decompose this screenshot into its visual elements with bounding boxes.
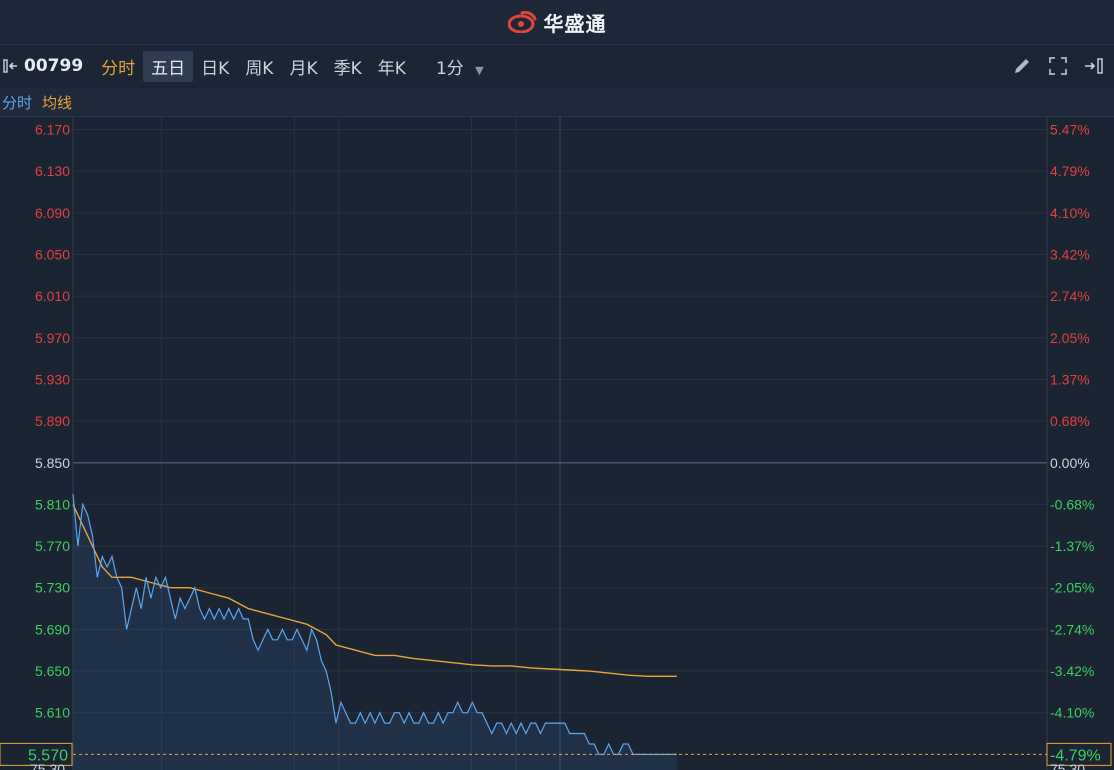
chevron-down-icon: ▼ xyxy=(475,63,484,77)
period-value: 1分 xyxy=(435,58,464,79)
right-axis: 5.47% 4.79% 4.10% 3.42% 2.74% 2.05% 1.37% 0.68%… xyxy=(1050,121,1094,720)
toolbar: 00799 分时 五日 日K 周K 月K 季K 年K 1分 ▼ xyxy=(0,45,1114,87)
tab-intraday[interactable]: 分时 xyxy=(93,51,143,82)
right-tick-label: 3.42% xyxy=(1050,246,1090,262)
indicator-intraday[interactable]: 分时 xyxy=(0,92,42,113)
right-tick-label: -1.37% xyxy=(1050,538,1094,554)
title-bar: 华盛通 xyxy=(0,0,1114,45)
right-tick-label: -4.10% xyxy=(1050,705,1094,721)
tab-five-day[interactable]: 五日 xyxy=(143,50,194,82)
left-tick-label: 6.170 xyxy=(35,121,70,137)
left-tick-label: 5.730 xyxy=(35,580,70,596)
intraday-chart[interactable]: 6.170 6.130 6.090 6.050 6.010 5.970 5.930 5.890… xyxy=(0,117,1114,770)
left-tick-label: 5.690 xyxy=(35,621,70,637)
app-window: 华盛通 00799 分时 五日 日K 周K 月K 季K 年K 1分 ▼ 分时 均… xyxy=(0,0,1114,770)
period-select[interactable]: 1分 ▼ xyxy=(428,51,492,82)
left-tick-label: 5.650 xyxy=(35,663,70,679)
stock-code: 00799 xyxy=(24,56,84,76)
pencil-icon[interactable] xyxy=(1012,56,1032,76)
left-tick-label: 6.090 xyxy=(35,205,70,221)
collapse-left-icon[interactable] xyxy=(0,58,22,74)
indicator-bar: 分时 均线 xyxy=(0,88,1114,117)
collapse-left-svg xyxy=(3,59,17,73)
right-tick-label: 0.68% xyxy=(1050,413,1090,429)
fullscreen-icon[interactable] xyxy=(1048,56,1068,76)
tab-yearly-k[interactable]: 年K xyxy=(370,51,414,82)
left-tick-label: 6.130 xyxy=(35,163,70,179)
right-tick-label: 4.10% xyxy=(1050,205,1090,221)
left-tick-label: 6.050 xyxy=(35,246,70,262)
tab-monthly-k[interactable]: 月K xyxy=(281,51,325,82)
collapse-right-icon[interactable] xyxy=(1084,56,1106,76)
left-tick-label: 6.010 xyxy=(35,288,70,304)
right-tick-label: 0.00% xyxy=(1050,455,1090,471)
tab-daily-k[interactable]: 日K xyxy=(193,51,237,82)
toolbar-right xyxy=(1012,45,1106,87)
right-tick-label: 1.37% xyxy=(1050,371,1090,387)
left-tick-label: 5.850 xyxy=(35,455,70,471)
right-tick-label: 2.74% xyxy=(1050,288,1090,304)
tab-weekly-k[interactable]: 周K xyxy=(237,51,281,82)
bottom-right-label: 75.30 xyxy=(1050,761,1085,770)
tab-quarterly-k[interactable]: 季K xyxy=(326,51,370,82)
left-axis: 6.170 6.130 6.090 6.050 6.010 5.970 5.930 5.890… xyxy=(35,121,70,720)
right-tick-label: -3.42% xyxy=(1050,663,1094,679)
left-tick-label: 5.610 xyxy=(35,705,70,721)
left-tick-label: 5.970 xyxy=(35,330,70,346)
right-tick-label: 5.47% xyxy=(1050,121,1090,137)
brand-logo-icon xyxy=(507,11,536,33)
right-tick-label: -2.05% xyxy=(1050,580,1094,596)
right-tick-label: -2.74% xyxy=(1050,621,1094,637)
left-tick-label: 5.810 xyxy=(35,496,70,512)
right-tick-label: -0.68% xyxy=(1050,496,1094,512)
bottom-left-label: 75.30 xyxy=(30,761,65,770)
brand: 华盛通 xyxy=(507,8,607,37)
right-tick-label: 2.05% xyxy=(1050,330,1090,346)
left-tick-label: 5.770 xyxy=(35,538,70,554)
brand-name: 华盛通 xyxy=(543,11,607,36)
left-tick-label: 5.930 xyxy=(35,371,70,387)
right-tick-label: 4.79% xyxy=(1050,163,1090,179)
indicator-average[interactable]: 均线 xyxy=(42,92,72,113)
left-tick-label: 5.890 xyxy=(35,413,70,429)
